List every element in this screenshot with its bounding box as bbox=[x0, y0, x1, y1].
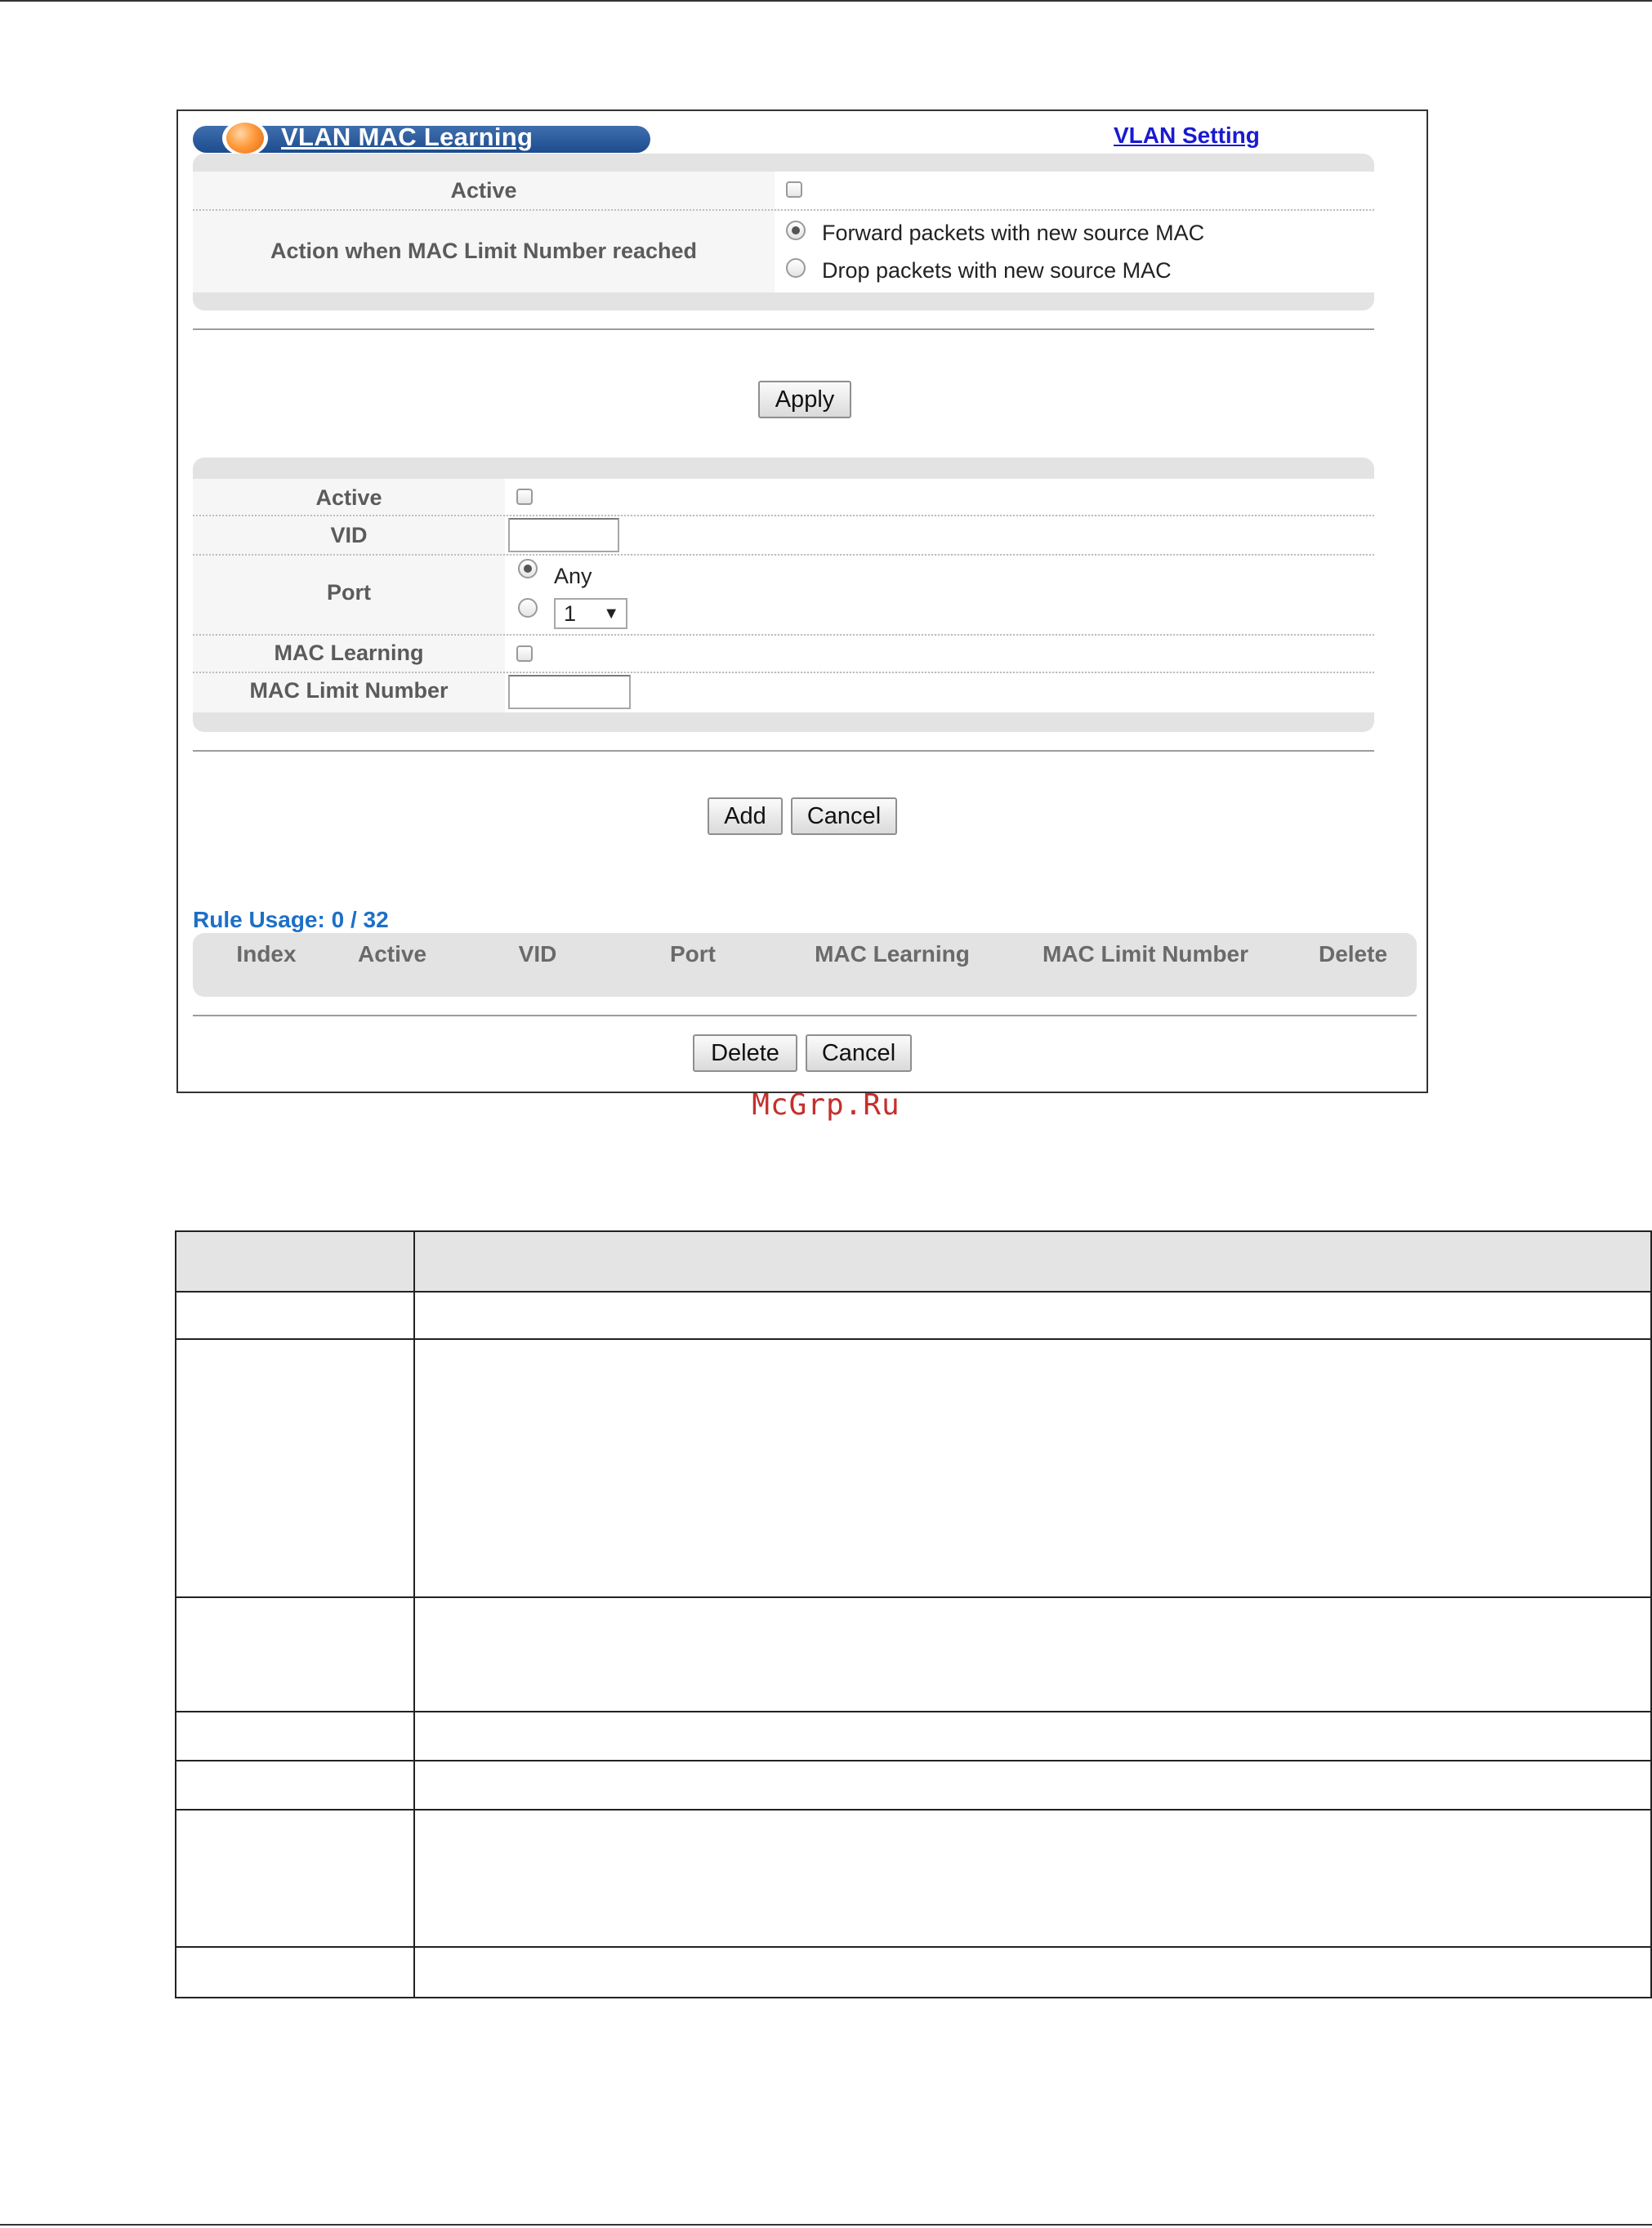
rule-active-row: Active bbox=[193, 479, 1374, 516]
drop-packets-label: Drop packets with new source MAC bbox=[822, 258, 1172, 283]
row-divider bbox=[176, 1338, 1650, 1340]
port-select-value: 1 bbox=[564, 601, 577, 626]
watermark: McGrp.Ru bbox=[752, 1088, 900, 1122]
divider bbox=[193, 750, 1374, 752]
column-header-active: Active bbox=[357, 941, 427, 967]
column-header-delete: Delete bbox=[1318, 941, 1388, 967]
mac-learning-checkbox[interactable] bbox=[516, 645, 533, 662]
column-header-port: Port bbox=[670, 941, 716, 967]
forward-packets-label: Forward packets with new source MAC bbox=[822, 221, 1205, 245]
port-select[interactable]: 1 ▼ bbox=[554, 598, 627, 629]
page-bottom-rule bbox=[0, 2224, 1652, 2226]
add-button[interactable]: Add bbox=[708, 797, 783, 835]
global-active-row: Active bbox=[193, 172, 1374, 211]
vid-row: VID bbox=[193, 516, 1374, 556]
chevron-down-icon: ▼ bbox=[603, 605, 619, 623]
column-header-index: Index bbox=[236, 941, 297, 967]
action-row: Action when MAC Limit Number reached For… bbox=[193, 211, 1374, 292]
page-title: VLAN MAC Learning bbox=[281, 123, 534, 151]
apply-button[interactable]: Apply bbox=[758, 381, 851, 418]
port-any-label: Any bbox=[554, 564, 592, 588]
vlan-setting-link[interactable]: VLAN Setting bbox=[1114, 123, 1260, 149]
mac-limit-row: MAC Limit Number bbox=[193, 673, 1374, 712]
global-active-label: Active bbox=[450, 178, 517, 203]
action-label: Action when MAC Limit Number reached bbox=[270, 239, 698, 263]
row-divider bbox=[176, 1809, 1650, 1811]
description-table-header bbox=[176, 1232, 1650, 1293]
delete-button[interactable]: Delete bbox=[693, 1034, 797, 1072]
global-active-checkbox[interactable] bbox=[786, 181, 802, 198]
rule-table: Index Active VID Port MAC Learning MAC L… bbox=[193, 933, 1417, 997]
mac-limit-label: MAC Limit Number bbox=[249, 678, 449, 703]
column-divider bbox=[413, 1232, 415, 1997]
description-table bbox=[175, 1230, 1652, 1998]
port-number-radio[interactable] bbox=[518, 598, 538, 618]
port-row: Port Any 1 ▼ bbox=[193, 556, 1374, 636]
cancel-button[interactable]: Cancel bbox=[791, 797, 897, 835]
orange-orb-icon bbox=[222, 120, 268, 156]
row-divider bbox=[176, 1946, 1650, 1948]
table-cancel-button[interactable]: Cancel bbox=[806, 1034, 912, 1072]
divider bbox=[193, 328, 1374, 330]
rule-usage: Rule Usage: 0 / 32 bbox=[193, 907, 389, 932]
rule-active-label: Active bbox=[315, 485, 382, 510]
page-top-rule bbox=[0, 0, 1652, 2]
row-divider bbox=[176, 1760, 1650, 1761]
mac-learning-row: MAC Learning bbox=[193, 636, 1374, 673]
row-divider bbox=[176, 1596, 1650, 1598]
row-divider bbox=[176, 1711, 1650, 1712]
forward-packets-radio[interactable] bbox=[786, 221, 806, 240]
vid-input[interactable] bbox=[508, 518, 619, 552]
mac-limit-input[interactable] bbox=[508, 675, 631, 709]
rule-form-panel: Active VID Port Any 1 ▼ MAC Learning MAC… bbox=[193, 458, 1374, 732]
column-header-mac-learning: MAC Learning bbox=[815, 941, 970, 967]
divider bbox=[193, 1015, 1417, 1016]
vid-label: VID bbox=[330, 523, 368, 547]
column-header-vid: VID bbox=[518, 941, 557, 967]
global-settings-panel: Active Action when MAC Limit Number reac… bbox=[193, 154, 1374, 310]
port-label: Port bbox=[327, 580, 371, 605]
port-any-radio[interactable] bbox=[518, 559, 538, 578]
drop-packets-radio[interactable] bbox=[786, 258, 806, 278]
vlan-mac-learning-screen: VLAN MAC Learning VLAN Setting Active Ac… bbox=[176, 109, 1428, 1093]
column-header-mac-limit-number: MAC Limit Number bbox=[1043, 941, 1248, 967]
mac-learning-label: MAC Learning bbox=[274, 641, 424, 665]
rule-active-checkbox[interactable] bbox=[516, 489, 533, 505]
